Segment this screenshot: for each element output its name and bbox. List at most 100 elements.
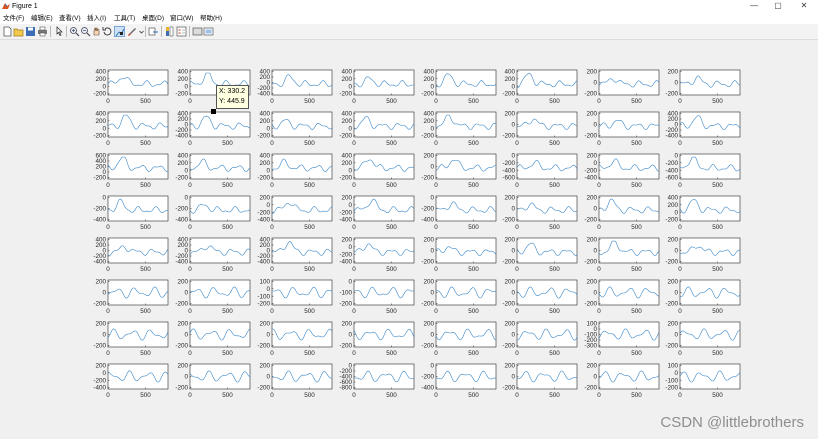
- pointer-icon[interactable]: [54, 26, 65, 37]
- subplot-8-7[interactable]: 2000-2000 500: [584, 363, 660, 399]
- subplot-2-7[interactable]: 2000-2000 500: [584, 111, 660, 147]
- subplot-2-4[interactable]: 4002000-2000 500: [339, 111, 415, 147]
- subplot-4-6[interactable]: 2000-2000 500: [502, 195, 578, 231]
- subplot-3-5[interactable]: 2000-2000 500: [421, 153, 497, 189]
- subplot-5-5[interactable]: 2000-2000 500: [421, 237, 497, 273]
- subplot-6-8[interactable]: 2000-2000 500: [665, 279, 741, 315]
- subplot-1-7[interactable]: 2000-2000 500: [584, 69, 660, 105]
- menu-desktop[interactable]: 桌面(D): [142, 14, 164, 23]
- rotate-3d-icon[interactable]: [102, 26, 113, 37]
- subplot-2-3[interactable]: 4002000-2000 500: [257, 111, 333, 147]
- data-cursor-icon[interactable]: [114, 26, 125, 37]
- menu-window[interactable]: 窗口(W): [170, 14, 193, 23]
- pan-icon[interactable]: [91, 26, 102, 37]
- subplot-6-6[interactable]: 2000-2000 500: [502, 279, 578, 315]
- print-icon[interactable]: [37, 26, 48, 37]
- subplot-5-7[interactable]: 2000-2000 500: [584, 237, 660, 273]
- subplot-5-3[interactable]: 4002000-200-4000 500: [257, 237, 333, 273]
- subplot-4-5[interactable]: 0-200-4000 500: [421, 195, 497, 231]
- subplot-8-6[interactable]: 2000-2000 500: [502, 363, 578, 399]
- minimize-button[interactable]: —: [742, 0, 766, 13]
- menu-view[interactable]: 查看(V): [59, 14, 81, 23]
- subplot-2-5[interactable]: 4002000-2000 500: [421, 111, 497, 147]
- menu-edit[interactable]: 编辑(E): [31, 14, 53, 23]
- subplot-3-4[interactable]: 4002000-2000 500: [339, 153, 415, 189]
- toolbar-separator: [66, 26, 67, 37]
- subplot-8-3[interactable]: 2000-2000 500: [257, 363, 333, 399]
- y-tick-label: -200: [421, 343, 434, 350]
- subplot-7-5[interactable]: 2000-2000 500: [421, 321, 497, 357]
- subplot-5-8[interactable]: 2000-2000 500: [665, 237, 741, 273]
- menu-tools[interactable]: 工具(T): [114, 14, 135, 23]
- datatip-marker[interactable]: [211, 109, 216, 114]
- subplot-1-1[interactable]: 4002000-2000 500: [93, 69, 169, 105]
- subplot-8-2[interactable]: 2000-2000 500: [175, 363, 251, 399]
- subplot-7-1[interactable]: 2000-2000 500: [93, 321, 169, 357]
- subplot-1-6[interactable]: 4002000-2000 500: [502, 69, 578, 105]
- subplot-5-2[interactable]: 4002000-200-4000 500: [175, 237, 251, 273]
- subplot-grid[interactable]: 4002000-20005004002000-20005004002000-20…: [0, 40, 818, 439]
- subplot-8-5[interactable]: 0-200-4000 500: [421, 363, 497, 399]
- open-file-icon[interactable]: [13, 26, 24, 37]
- y-tick-label: 0: [184, 83, 188, 90]
- close-button[interactable]: ✕: [792, 0, 816, 13]
- menu-help[interactable]: 帮助(H): [200, 14, 222, 23]
- subplot-7-2[interactable]: 2000-2000 500: [175, 321, 251, 357]
- subplot-4-2[interactable]: 0-200-4000 500: [175, 195, 251, 231]
- maximize-button[interactable]: ▢: [766, 0, 790, 13]
- chevron-down-icon[interactable]: [136, 26, 144, 37]
- subplot-2-1[interactable]: 4002000-2000 500: [93, 111, 169, 147]
- subplot-8-8[interactable]: 1000-100-2000 500: [665, 363, 741, 399]
- subplot-7-6[interactable]: 2000-2000 500: [502, 321, 578, 357]
- subplot-3-2[interactable]: 4002000-2000 500: [175, 153, 251, 189]
- subplot-3-6[interactable]: 0-200-400-6000 500: [502, 153, 578, 189]
- subplot-3-8[interactable]: 0-200-400-6000 500: [665, 153, 741, 189]
- zoom-out-icon[interactable]: [80, 26, 91, 37]
- subplot-4-3[interactable]: 2000-200-4000 500: [257, 195, 333, 231]
- colorbar-icon[interactable]: [164, 26, 175, 37]
- new-figure-icon[interactable]: [2, 26, 13, 37]
- y-tick-label: 200: [667, 237, 678, 244]
- subplot-2-8[interactable]: 4002000-200-4000 500: [665, 111, 741, 147]
- zoom-in-icon[interactable]: [69, 26, 80, 37]
- subplot-5-1[interactable]: 4002000-200-4000 500: [93, 237, 169, 273]
- subplot-4-1[interactable]: 0-200-4000 500: [93, 195, 169, 231]
- subplot-7-3[interactable]: 2000-2000 500: [257, 321, 333, 357]
- subplot-6-2[interactable]: 2000-2000 500: [175, 279, 251, 315]
- subplot-4-4[interactable]: 2000-200-4000 500: [339, 195, 415, 231]
- subplot-7-8[interactable]: 2000-2000 500: [665, 321, 741, 357]
- subplot-6-7[interactable]: 2000-2000 500: [584, 279, 660, 315]
- subplot-5-4[interactable]: 2000-200-4000 500: [339, 237, 415, 273]
- figure-canvas[interactable]: 4002000-20005004002000-20005004002000-20…: [0, 40, 818, 439]
- subplot-2-6[interactable]: 2000-2000 500: [502, 111, 578, 147]
- subplot-3-1[interactable]: 6004002000-2000 500: [93, 153, 169, 189]
- subplot-6-1[interactable]: 2000-2000 500: [93, 279, 169, 315]
- subplot-6-5[interactable]: 2000-2000 500: [421, 279, 497, 315]
- subplot-3-3[interactable]: 4002000-2000 500: [257, 153, 333, 189]
- subplot-4-8[interactable]: 4002000-2000 500: [665, 195, 741, 231]
- menu-file[interactable]: 文件(F): [3, 14, 24, 23]
- subplot-1-4[interactable]: 4002000-2000 500: [339, 69, 415, 105]
- hide-plot-tools-icon[interactable]: [192, 26, 203, 37]
- show-plot-tools-icon[interactable]: [203, 26, 214, 37]
- subplot-3-7[interactable]: 2000-200-4000 500: [584, 153, 660, 189]
- subplot-1-3[interactable]: 4002000-200-4000 500: [257, 69, 333, 105]
- subplot-8-4[interactable]: 0-200-400-600-8000 500: [339, 363, 415, 399]
- subplot-1-8[interactable]: 2000-2000 500: [665, 69, 741, 105]
- menu-insert[interactable]: 插入(I): [87, 14, 106, 23]
- subplot-6-4[interactable]: 0-100-2000 500: [339, 279, 415, 315]
- subplot-5-6[interactable]: 2000-2000 500: [502, 237, 578, 273]
- legend-icon[interactable]: [176, 26, 187, 37]
- link-plot-icon[interactable]: [148, 26, 159, 37]
- subplot-1-5[interactable]: 4002000-2000 500: [421, 69, 497, 105]
- x-tick-label: 500: [386, 266, 397, 273]
- subplot-2-2[interactable]: 4002000-200-4000 500: [175, 111, 251, 147]
- y-tick-label: -200: [257, 133, 270, 140]
- save-icon[interactable]: [25, 26, 36, 37]
- subplot-7-7[interactable]: 1000-100-200-3000 500: [584, 321, 660, 357]
- subplot-7-4[interactable]: 2000-2000 500: [339, 321, 415, 357]
- subplot-8-1[interactable]: 2000-200-4000 500: [93, 363, 169, 399]
- subplot-4-7[interactable]: 2000-2000 500: [584, 195, 660, 231]
- datatip[interactable]: X: 330.2 Y: 445.9: [216, 85, 249, 109]
- subplot-6-3[interactable]: 1000-100-2000 500: [257, 279, 333, 315]
